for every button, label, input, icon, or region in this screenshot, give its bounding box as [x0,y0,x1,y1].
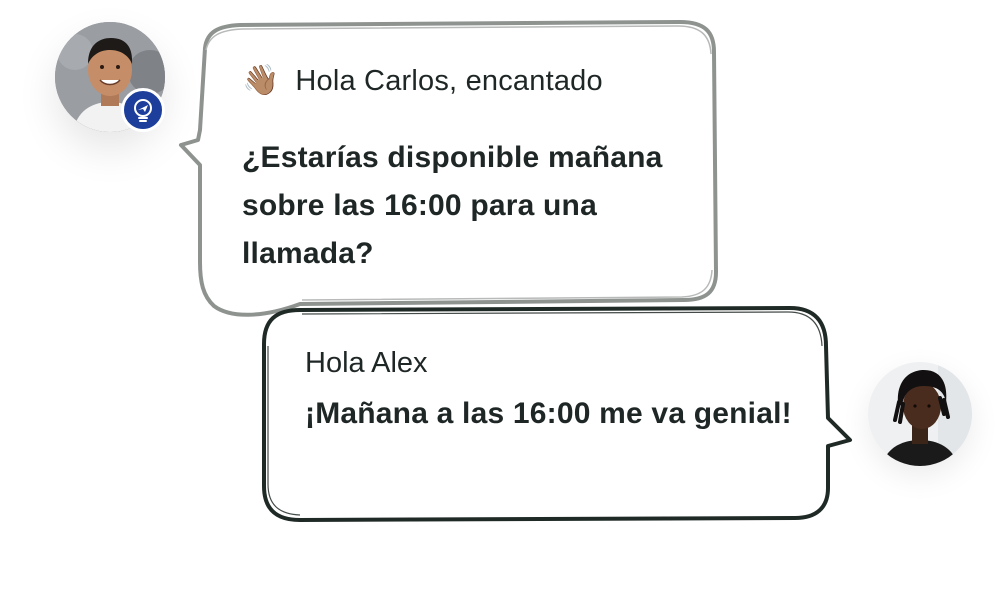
message-2-greeting: Hola Alex [305,347,428,379]
message-bubble-1: 👋🏽 Hola Carlos, encantado ¿Estarías disp… [242,58,702,278]
message-1-body: ¿Estarías disponible mañana sobre las 16… [242,141,663,270]
chat-illustration: 👋🏽 Hola Carlos, encantado ¿Estarías disp… [0,0,1000,600]
message-1-greeting: Hola Carlos, encantado [295,64,603,97]
waving-hand-icon: 👋🏽 [242,64,280,97]
message-bubble-2: Hola Alex ¡Mañana a las 16:00 me va geni… [305,340,805,440]
message-2-body: ¡Mañana a las 16:00 me va genial! [305,397,792,430]
message-1-greeting-row: 👋🏽 Hola Carlos, encantado [242,58,702,104]
avatar-carlos [868,362,972,466]
lightbulb-plane-badge-icon [121,88,165,132]
